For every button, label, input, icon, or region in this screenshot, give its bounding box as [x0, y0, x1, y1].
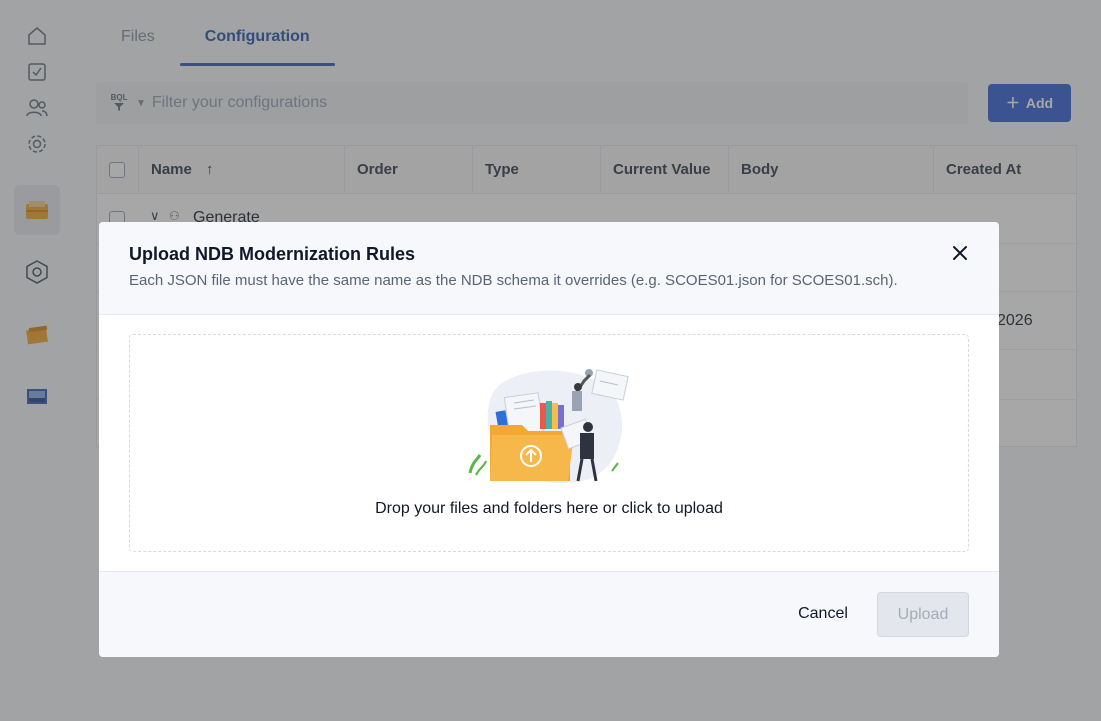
modal-header: Upload NDB Modernization Rules Each JSON… — [99, 222, 999, 315]
upload-button[interactable]: Upload — [877, 592, 969, 637]
upload-illustration-icon — [468, 369, 629, 484]
modal-footer: Cancel Upload — [99, 571, 999, 657]
modal-subtitle: Each JSON file must have the same name a… — [129, 272, 898, 289]
modal-title: Upload NDB Modernization Rules — [129, 244, 416, 264]
cancel-button[interactable]: Cancel — [779, 592, 867, 636]
close-icon[interactable] — [949, 242, 971, 264]
dropzone-text: Drop your files and folders here or clic… — [375, 500, 723, 517]
upload-modal: Upload NDB Modernization Rules Each JSON… — [99, 222, 999, 657]
file-dropzone[interactable]: Drop your files and folders here or clic… — [129, 334, 969, 552]
